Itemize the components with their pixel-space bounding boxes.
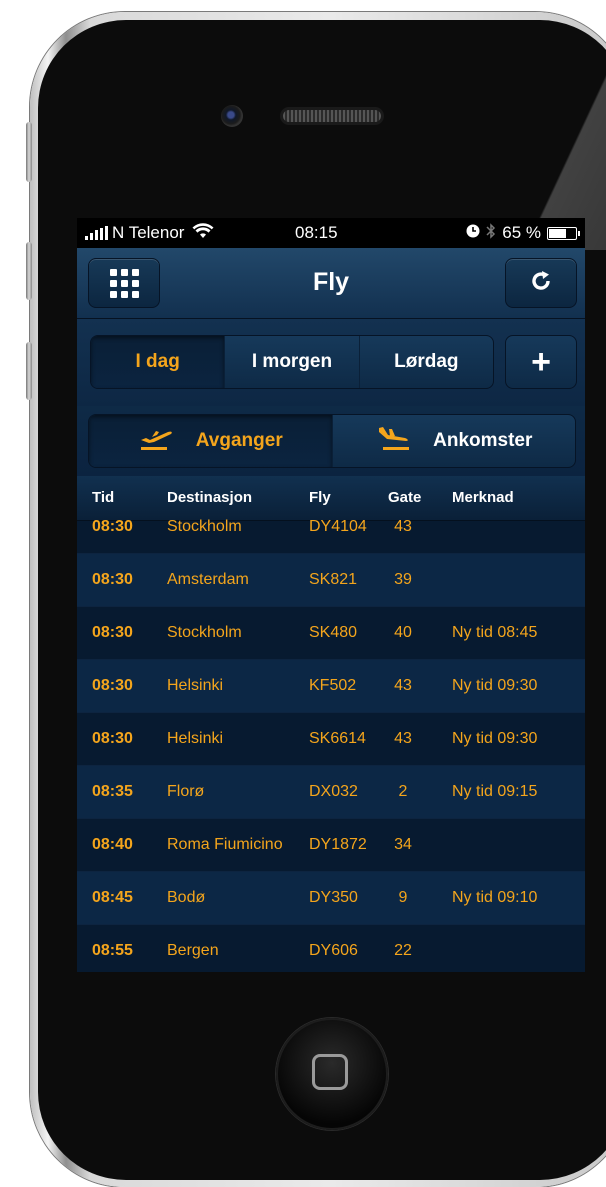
battery-icon <box>547 226 580 240</box>
row-time: 08:30 <box>92 571 133 588</box>
header-fly: Fly <box>309 489 331 506</box>
signal-strength-icon <box>85 226 108 240</box>
table-header: Tid Destinasjon Fly Gate Merknad <box>77 476 585 521</box>
row-gate: 43 <box>394 677 412 694</box>
tab-i-dag[interactable]: I dag <box>91 336 225 388</box>
tab-lordag[interactable]: Lørdag <box>358 336 493 388</box>
status-time: 08:15 <box>295 223 338 242</box>
row-time: 08:35 <box>92 783 133 800</box>
plus-icon: + <box>531 342 551 381</box>
header-gate: Gate <box>388 489 422 506</box>
row-destination: Florø <box>167 783 205 800</box>
header-destinasjon: Destinasjon <box>167 489 253 506</box>
row-gate: 40 <box>394 624 412 641</box>
table-row[interactable]: 08:40 Roma Fiumicino DY1872 34 <box>77 819 585 872</box>
row-time: 08:30 <box>92 624 133 641</box>
departure-plane-icon <box>138 425 174 457</box>
row-time: 08:45 <box>92 889 133 906</box>
tab-ankomster[interactable]: Ankomster <box>331 415 576 467</box>
row-gate: 22 <box>394 942 412 959</box>
row-flight: DX032 <box>309 783 358 800</box>
row-flight: DY1872 <box>309 836 367 853</box>
row-destination: Stockholm <box>167 518 242 535</box>
row-flight: DY350 <box>309 889 358 906</box>
home-square-icon <box>312 1054 348 1090</box>
app-screen: N Telenor 08:15 65 % Fly I dag I morgen … <box>77 218 585 972</box>
row-note: Ny tid 09:30 <box>452 730 538 747</box>
table-row[interactable]: 08:35 Florø DX032 2 Ny tid 09:15 <box>77 766 585 819</box>
table-row[interactable]: 08:30 Helsinki KF502 43 Ny tid 09:30 <box>77 660 585 713</box>
avganger-label: Avganger <box>195 430 283 451</box>
navigation-bar: Fly <box>77 248 585 319</box>
refresh-button[interactable] <box>505 258 577 308</box>
row-gate: 2 <box>398 783 408 800</box>
flight-list[interactable]: 08:30 Stockholm DY4104 43 08:30 Amsterda… <box>77 518 585 972</box>
row-gate: 34 <box>394 836 412 853</box>
row-gate: 43 <box>394 730 412 747</box>
table-row[interactable]: 08:30 Stockholm DY4104 43 <box>77 518 585 554</box>
day-selector-bar: I dag I morgen Lørdag + <box>77 319 585 406</box>
row-destination: Amsterdam <box>167 571 249 588</box>
direction-bar: Avganger Ankomster <box>77 406 585 476</box>
row-time: 08:30 <box>92 677 133 694</box>
table-row[interactable]: 08:30 Amsterdam SK821 39 <box>77 554 585 607</box>
row-destination: Helsinki <box>167 677 224 694</box>
front-camera <box>221 105 243 127</box>
volume-down-button <box>26 342 32 400</box>
row-gate: 43 <box>394 518 412 535</box>
table-row[interactable]: 08:30 Stockholm SK480 40 Ny tid 08:45 <box>77 607 585 660</box>
row-time: 08:55 <box>92 942 133 959</box>
row-flight: SK6614 <box>309 730 366 747</box>
refresh-icon <box>529 269 553 298</box>
row-destination: Helsinki <box>167 730 224 747</box>
tab-avganger[interactable]: Avganger <box>89 415 332 467</box>
tab-i-morgen[interactable]: I morgen <box>224 336 358 388</box>
day-segmented-control: I dag I morgen Lørdag <box>90 335 494 389</box>
battery-percent: 65 % <box>502 223 541 242</box>
ankomster-label: Ankomster <box>433 430 533 451</box>
home-button[interactable] <box>276 1018 388 1130</box>
row-flight: KF502 <box>309 677 357 694</box>
row-flight: DY606 <box>309 942 358 959</box>
row-destination: Roma Fiumicino <box>167 836 283 853</box>
add-button[interactable]: + <box>505 335 577 389</box>
row-note: Ny tid 09:30 <box>452 677 538 694</box>
mute-switch <box>26 122 32 182</box>
header-tid: Tid <box>92 489 115 506</box>
row-time: 08:30 <box>92 730 133 747</box>
header-merknad: Merknad <box>452 489 514 506</box>
row-note: Ny tid 08:45 <box>452 624 538 641</box>
row-destination: Bergen <box>167 942 219 959</box>
carrier-name: N Telenor <box>112 223 185 242</box>
earpiece-speaker <box>280 107 384 125</box>
row-gate: 9 <box>398 889 408 906</box>
volume-up-button <box>26 242 32 300</box>
table-row[interactable]: 08:45 Bodø DY350 9 Ny tid 09:10 <box>77 872 585 925</box>
status-bar: N Telenor 08:15 65 % <box>77 218 585 248</box>
arrival-plane-icon <box>375 425 411 457</box>
row-note: Ny tid 09:15 <box>452 783 538 800</box>
row-flight: SK480 <box>309 624 358 641</box>
bluetooth-icon <box>486 222 496 244</box>
row-flight: SK821 <box>309 571 358 588</box>
row-gate: 39 <box>394 571 412 588</box>
alarm-clock-icon <box>466 223 480 243</box>
row-time: 08:40 <box>92 836 133 853</box>
table-row[interactable]: 08:55 Bergen DY606 22 <box>77 925 585 972</box>
table-row[interactable]: 08:30 Helsinki SK6614 43 Ny tid 09:30 <box>77 713 585 766</box>
row-destination: Bodø <box>167 889 206 906</box>
row-destination: Stockholm <box>167 624 242 641</box>
direction-segmented-control: Avganger Ankomster <box>88 414 576 468</box>
wifi-icon <box>192 222 214 244</box>
row-note: Ny tid 09:10 <box>452 889 538 906</box>
row-time: 08:30 <box>92 518 133 535</box>
row-flight: DY4104 <box>309 518 367 535</box>
